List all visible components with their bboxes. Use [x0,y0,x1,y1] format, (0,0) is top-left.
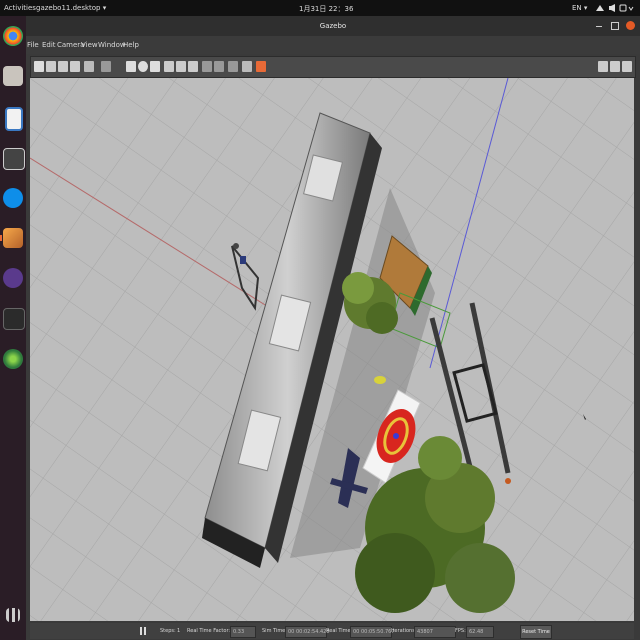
document-icon[interactable] [5,107,23,131]
iterations-value: 43807 [414,626,456,638]
terminal-square-icon[interactable] [3,148,25,170]
app-menu[interactable]: gazebo11.desktop ▾ [36,4,106,12]
rtf-label: Real Time Factor: [187,628,231,634]
files-icon[interactable] [3,66,23,86]
title-bar: Gazebo [26,16,640,36]
cylinder-shape-icon[interactable] [150,61,160,72]
maximize-icon[interactable] [611,22,619,30]
rtf-value: 0.33 [230,626,256,638]
menu-help[interactable]: Help [123,41,139,49]
box-shape-icon[interactable] [126,61,136,72]
scale-mode-icon[interactable] [70,61,80,72]
dock [0,16,26,640]
sphere-shape-icon[interactable] [138,61,148,72]
menu-file[interactable]: File [27,41,39,49]
snap-icon[interactable] [242,61,252,72]
window-title: Gazebo [319,22,347,30]
clock[interactable]: 1月31日 22：36 [299,4,353,14]
sim-time-label: Sim Time: [262,628,287,634]
rotate-mode-icon[interactable] [58,61,68,72]
directional-light-icon[interactable] [188,61,198,72]
network-icon [596,5,604,11]
activities-button[interactable]: Activities [4,4,36,12]
fps-value: 62.48 [466,626,494,638]
fps-label: FPS: [455,628,466,634]
real-time-label: Real Time: [326,628,353,634]
translate-mode-icon[interactable] [46,61,56,72]
steps-value[interactable]: 1 [177,628,180,634]
close-icon[interactable] [626,21,635,30]
copy-icon[interactable] [202,61,212,72]
log-icon[interactable] [610,61,620,72]
select-mode-icon[interactable] [34,61,44,72]
spot-light-icon[interactable] [176,61,186,72]
system-top-bar: Activities gazebo11.desktop ▾ 1月31日 22：3… [0,0,640,16]
terminal-icon[interactable] [3,308,25,330]
box-app-icon[interactable] [3,228,23,248]
screenshot-icon[interactable] [598,61,608,72]
3d-viewport[interactable] [30,78,634,621]
steps-label: Steps: [160,628,176,634]
redo-icon[interactable] [101,61,111,72]
toolbar [30,56,636,78]
teamviewer-icon[interactable] [3,188,23,208]
reset-time-button[interactable]: Reset Time [520,625,552,639]
iterations-label: Iterations: [391,628,417,634]
gazebo-window: Gazebo File Edit Camera View Window Help [26,16,640,640]
video-icon[interactable] [622,61,632,72]
paste-icon[interactable] [214,61,224,72]
system-tray[interactable] [595,3,637,13]
pause-icon[interactable] [144,627,146,635]
qv-icon[interactable] [3,268,23,288]
align-icon[interactable] [228,61,238,72]
browser-icon[interactable] [3,349,23,369]
chevron-down-icon [628,6,634,11]
minimize-icon[interactable] [596,26,602,27]
scene-render [30,78,634,621]
language-indicator[interactable]: EN ▾ [572,4,587,12]
undo-icon[interactable] [84,61,94,72]
menu-bar: File Edit Camera View Window Help [26,36,640,54]
volume-icon [609,6,611,10]
menu-view[interactable]: View [81,41,98,49]
show-apps-icon[interactable] [6,608,20,622]
menu-edit[interactable]: Edit [42,41,56,49]
point-light-icon[interactable] [164,61,174,72]
chrome-icon[interactable] [3,26,23,46]
orange-camera-icon[interactable] [256,61,266,72]
status-bar: Steps: 1 Real Time Factor: 0.33 Sim Time… [30,623,634,639]
real-time-value: 00 00:05:50.767 [350,626,395,638]
sim-time-value: 00 00:02:54.428 [285,626,330,638]
battery-icon [619,4,627,12]
menu-window[interactable]: Window [98,41,126,49]
